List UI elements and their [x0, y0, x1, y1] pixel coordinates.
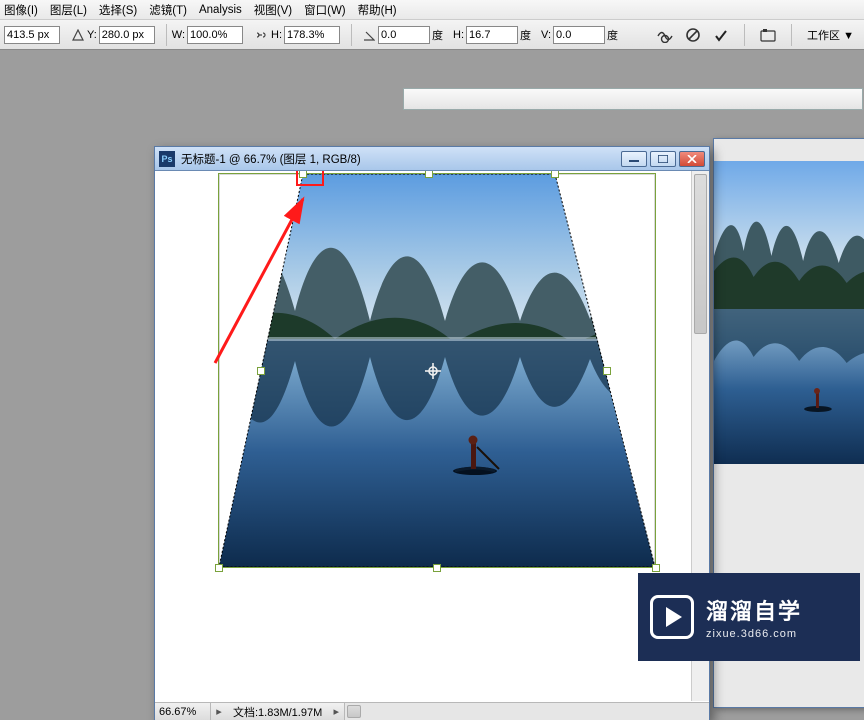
- watermark-url: zixue.3d66.com: [706, 628, 802, 640]
- play-icon: [650, 595, 694, 639]
- transform-handle-br[interactable]: [652, 564, 660, 572]
- hskew-label: H:: [453, 29, 464, 41]
- document-window: Ps 无标题-1 @ 66.7% (图层 1, RGB/8): [154, 146, 710, 720]
- h-label: H:: [271, 29, 282, 41]
- options-bar: Y: W: H: 度 H: 度 V: 度: [0, 20, 864, 50]
- menu-select[interactable]: 选择(S): [99, 2, 137, 18]
- transform-handle-tm[interactable]: [425, 171, 433, 178]
- menu-window[interactable]: 窗口(W): [304, 2, 346, 18]
- status-menu-icon[interactable]: ▸: [211, 705, 227, 718]
- reference-point-icon[interactable]: [72, 29, 84, 41]
- cancel-icon[interactable]: [683, 25, 703, 45]
- transform-handle-tr[interactable]: [551, 171, 559, 178]
- landscape-image: [714, 161, 864, 464]
- hskew-unit: 度: [520, 27, 531, 43]
- status-menu-icon[interactable]: ▸: [328, 705, 344, 718]
- commit-icon[interactable]: [711, 25, 731, 45]
- warp-icon[interactable]: [655, 25, 675, 45]
- transform-bounding-box[interactable]: [218, 173, 656, 568]
- transform-handle-bl[interactable]: [215, 564, 223, 572]
- menu-help[interactable]: 帮助(H): [358, 2, 397, 18]
- menu-filter[interactable]: 滤镜(T): [149, 2, 187, 18]
- secondary-canvas[interactable]: [714, 161, 864, 464]
- vskew-input[interactable]: [553, 26, 605, 44]
- launch-bridge-icon[interactable]: [758, 25, 778, 45]
- status-bar: 66.67% ▸ 文档:1.83M/1.97M ▸: [155, 702, 709, 720]
- watermark: 溜溜自学 zixue.3d66.com: [638, 573, 860, 661]
- workspace-label: 工作区 ▼: [807, 27, 854, 43]
- angle-icon: [363, 29, 375, 41]
- separator: [351, 24, 352, 46]
- scrollbar-thumb[interactable]: [694, 174, 707, 334]
- document-canvas[interactable]: [155, 171, 691, 701]
- horizontal-scrollbar[interactable]: [344, 703, 709, 720]
- y-label: Y:: [87, 29, 97, 41]
- h-input[interactable]: [284, 26, 340, 44]
- menu-analysis[interactable]: Analysis: [199, 4, 242, 16]
- menu-layer[interactable]: 图层(L): [50, 2, 87, 18]
- maximize-button[interactable]: [650, 151, 676, 167]
- separator: [744, 24, 745, 46]
- hskew-input[interactable]: [466, 26, 518, 44]
- x-input[interactable]: [4, 26, 60, 44]
- menu-view[interactable]: 视图(V): [254, 2, 292, 18]
- watermark-brand: 溜溜自学: [706, 594, 802, 626]
- angle-input[interactable]: [378, 26, 430, 44]
- document-tab-strip[interactable]: [403, 88, 863, 110]
- document-info: 文档:1.83M/1.97M: [227, 704, 328, 720]
- scrollbar-thumb[interactable]: [347, 705, 361, 718]
- workspace-menu[interactable]: 工作区 ▼: [805, 27, 856, 43]
- menu-bar: 图像(I) 图层(L) 选择(S) 滤镜(T) Analysis 视图(V) 窗…: [0, 0, 864, 20]
- y-input[interactable]: [99, 26, 155, 44]
- transform-handle-bm[interactable]: [433, 564, 441, 572]
- angle-unit: 度: [432, 27, 443, 43]
- title-bar[interactable]: Ps 无标题-1 @ 66.7% (图层 1, RGB/8): [155, 147, 709, 171]
- link-icon[interactable]: [252, 27, 268, 43]
- w-label: W:: [172, 29, 185, 41]
- transform-handle-ml[interactable]: [257, 367, 265, 375]
- annotation-highlight-box: [296, 171, 324, 186]
- zoom-level[interactable]: 66.67%: [155, 703, 211, 720]
- separator: [166, 24, 167, 46]
- document-title: 无标题-1 @ 66.7% (图层 1, RGB/8): [181, 151, 618, 167]
- close-button[interactable]: [679, 151, 705, 167]
- w-input[interactable]: [187, 26, 243, 44]
- menu-image[interactable]: 图像(I): [4, 2, 38, 18]
- minimize-button[interactable]: [621, 151, 647, 167]
- vskew-unit: 度: [607, 27, 618, 43]
- ps-app-icon: Ps: [159, 151, 175, 167]
- separator: [791, 24, 792, 46]
- vskew-label: V:: [541, 29, 551, 41]
- transform-handle-mr[interactable]: [603, 367, 611, 375]
